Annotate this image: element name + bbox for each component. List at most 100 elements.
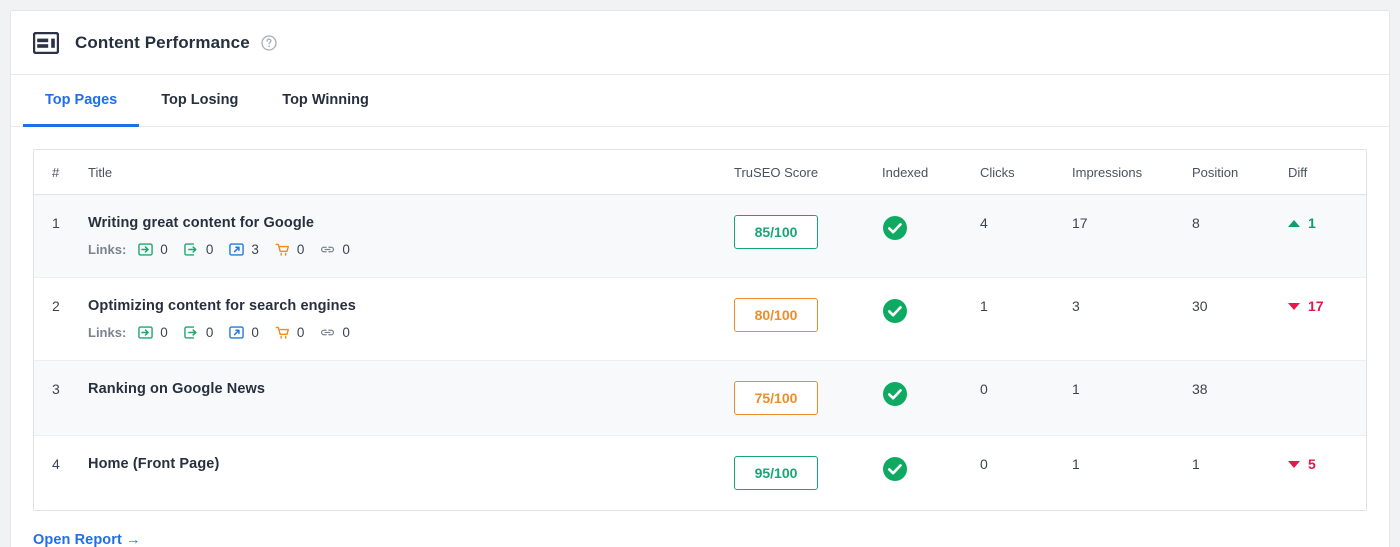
link-stat: 0 [138,242,168,257]
indexed-check-icon [882,381,980,407]
cell-rank: 2 [34,277,88,361]
link-stat: 0 [275,325,305,340]
internal-link-icon [138,325,154,340]
links-summary: Links: 0 0 0 0 0 [88,325,734,340]
cell-title: Optimizing content for search engines Lin… [88,277,734,361]
page-title-link[interactable]: Writing great content for Google [88,215,734,231]
table-header-row: # Title TruSEO Score Indexed Clicks Impr… [34,150,1366,195]
tab-top-pages[interactable]: Top Pages [23,76,140,127]
link-count: 0 [205,325,214,340]
cell-position: 38 [1192,360,1288,436]
cell-rank: 3 [34,360,88,436]
column-header-num: # [34,150,88,195]
diff-empty [1288,381,1292,398]
tab-label: Top Pages [45,92,118,108]
link-stat: 0 [184,325,214,340]
outbound-link-icon [184,325,199,340]
cell-truseo-score: 80/100 [734,277,882,361]
table-row[interactable]: 1 Writing great content for Google Links: 0… [34,194,1366,278]
page-title-link[interactable]: Ranking on Google News [88,381,734,397]
cell-truseo-score: 75/100 [734,360,882,436]
tab-top-winning[interactable]: Top Winning [260,76,391,127]
table-body: 1 Writing great content for Google Links: 0… [34,194,1366,510]
cell-impressions: 3 [1072,277,1192,361]
help-circle-icon[interactable] [250,34,277,51]
cell-title: Writing great content for Google Links: 0 0… [88,194,734,278]
truseo-score-badge[interactable]: 75/100 [734,381,818,415]
rank-value: 1 [52,215,60,231]
link-count: 0 [205,242,214,257]
cell-position-value: 8 [1192,215,1200,231]
cell-indexed [882,435,980,510]
cell-diff [1288,360,1366,436]
links-label: Links: [88,325,127,340]
layout-dashboard-icon [33,31,59,54]
link-count: 0 [160,325,168,340]
cell-clicks: 0 [980,435,1072,510]
link-count: 0 [160,242,168,257]
link-stat: 0 [184,242,214,257]
link-stat: 3 [229,242,259,257]
link-count: 0 [342,325,350,340]
link-stat: 0 [229,325,259,340]
internal-link-icon [138,242,154,257]
cell-diff: 1 [1288,194,1366,278]
cell-impressions: 1 [1072,360,1192,436]
arrow-down-icon [1288,302,1300,310]
page-title-link[interactable]: Optimizing content for search engines [88,298,734,314]
cell-clicks-value: 0 [980,456,988,472]
table-row[interactable]: 4 Home (Front Page) 95/100 0 1 1 5 [34,435,1366,510]
column-header-clicks: Clicks [980,150,1072,195]
truseo-score-badge[interactable]: 85/100 [734,215,818,249]
table-row[interactable]: 2 Optimizing content for search engines Li… [34,277,1366,361]
cell-diff: 5 [1288,435,1366,510]
external-link-icon [229,325,245,340]
cell-rank: 1 [34,194,88,278]
links-summary: Links: 0 0 3 0 0 [88,242,734,257]
diff-value: 17 [1308,298,1324,314]
affiliate-link-icon [275,242,290,257]
cell-clicks-value: 0 [980,381,988,397]
diff-indicator: 1 [1288,215,1366,231]
truseo-score-badge[interactable]: 95/100 [734,456,818,490]
cell-clicks: 4 [980,194,1072,278]
link-count: 0 [296,325,305,340]
table-row[interactable]: 3 Ranking on Google News 75/100 0 1 38 [34,360,1366,436]
tab-bar: Top Pages Top Losing Top Winning [11,75,1389,127]
truseo-score-badge[interactable]: 80/100 [734,298,818,332]
card-header: Content Performance [11,11,1389,75]
indexed-check-icon [882,298,980,324]
diff-indicator: 5 [1288,456,1366,472]
tab-top-losing[interactable]: Top Losing [139,76,260,127]
diff-value: 1 [1308,215,1316,231]
column-header-impressions: Impressions [1072,150,1192,195]
backlink-icon [320,325,335,340]
rank-value: 4 [52,456,60,472]
link-stat: 0 [320,242,350,257]
column-header-indexed: Indexed [882,150,980,195]
column-header-position: Position [1192,150,1288,195]
cell-indexed [882,194,980,278]
cell-clicks: 1 [980,277,1072,361]
link-count: 3 [251,242,259,257]
page-title-link[interactable]: Home (Front Page) [88,456,734,472]
column-header-truseo: TruSEO Score [734,150,882,195]
content-performance-card: Content Performance Top Pages Top Losing… [10,10,1390,547]
cell-position-value: 38 [1192,381,1208,397]
diff-value: 5 [1308,456,1316,472]
cell-impressions-value: 1 [1072,456,1080,472]
page-title: Content Performance [75,32,250,52]
affiliate-link-icon [275,325,290,340]
open-report-link[interactable]: Open Report → [33,532,141,547]
cell-clicks: 0 [980,360,1072,436]
dashboard-page: Content Performance Top Pages Top Losing… [0,0,1400,547]
external-link-icon [229,242,245,257]
cell-impressions-value: 3 [1072,298,1080,314]
cell-rank: 4 [34,435,88,510]
cell-clicks-value: 4 [980,215,988,231]
arrow-up-icon [1288,219,1300,227]
cell-title: Ranking on Google News [88,360,734,436]
cell-impressions-value: 17 [1072,215,1088,231]
rank-value: 2 [52,298,60,314]
cell-diff: 17 [1288,277,1366,361]
